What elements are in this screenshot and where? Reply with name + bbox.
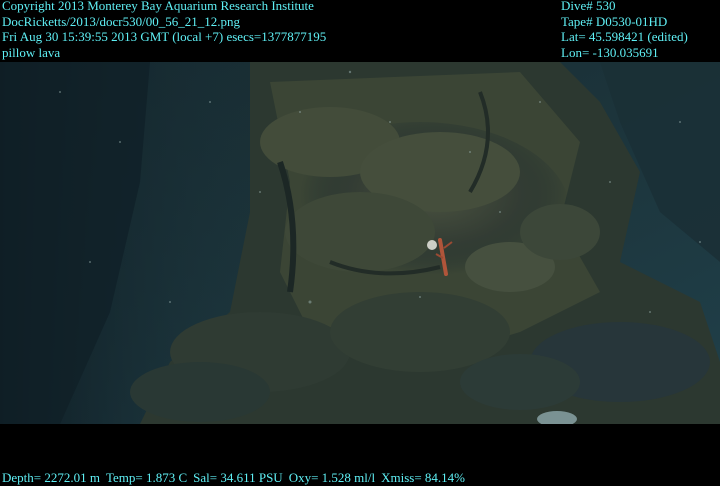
oxygen-readout: Oxy= 1.528 ml/l [288, 470, 376, 485]
tape-number-text: Tape# D0530-01HD [561, 13, 668, 29]
copyright-text: Copyright 2013 Monterey Bay Aquarium Res… [2, 0, 314, 13]
transmissometer-readout: Xmiss= 84.14% [381, 470, 466, 485]
sensor-readout-footer: Depth= 2272.01 m Temp= 1.873 C Sal= 34.611… [2, 470, 471, 486]
video-frame: Copyright 2013 Monterey Bay Aquarium Res… [0, 0, 720, 486]
salinity-readout: Sal= 34.611 PSU [193, 470, 283, 485]
file-path-text: DocRicketts/2013/docr530/00_56_21_12.png [2, 13, 240, 29]
header-info-right: Dive# 530 Tape# D0530-01HD Lat= 45.59842… [561, 0, 688, 60]
depth-readout: Depth= 2272.01 m [2, 470, 100, 485]
underwater-scene-image [0, 62, 720, 424]
latitude-text: Lat= 45.598421 (edited) [561, 29, 688, 44]
description-text: pillow lava [2, 44, 61, 60]
header-info-left: Copyright 2013 Monterey Bay Aquarium Res… [2, 0, 326, 60]
longitude-text: Lon= -130.035691 [561, 44, 659, 60]
temperature-readout: Temp= 1.873 C [105, 470, 188, 485]
dive-number-text: Dive# 530 [561, 0, 616, 13]
timestamp-text: Fri Aug 30 15:39:55 2013 GMT (local +7) … [2, 29, 327, 44]
